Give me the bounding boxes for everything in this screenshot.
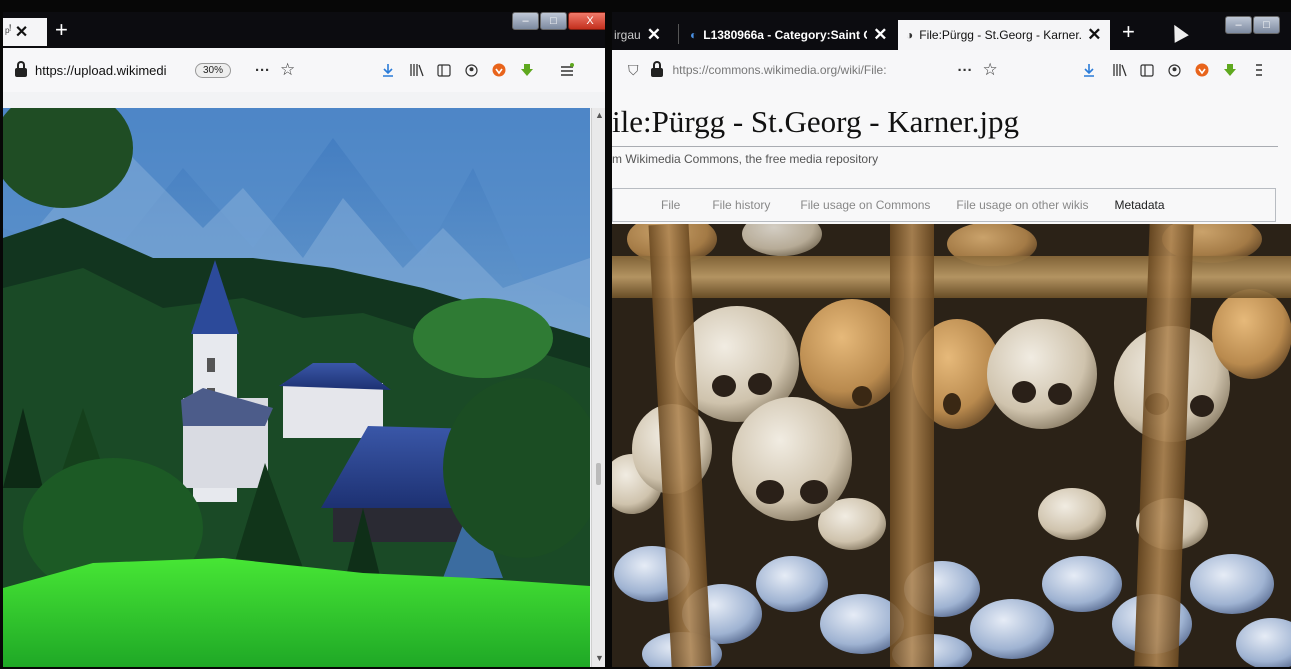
page-subtitle: m Wikimedia Commons, the free media repo… <box>612 152 879 166</box>
wikimedia-icon: ◑ <box>906 28 914 42</box>
account-icon[interactable] <box>1168 63 1181 77</box>
download-icon[interactable] <box>1082 63 1096 77</box>
page-actions-button[interactable]: ··· <box>255 62 270 79</box>
cursor-icon <box>1167 21 1189 43</box>
download-helper-icon[interactable] <box>520 63 534 77</box>
star-icon[interactable]: ☆ <box>983 60 998 80</box>
left-tab-title: ᵖꜝ <box>5 25 12 39</box>
shield-icon[interactable]: ⛉ <box>628 62 639 79</box>
maximize-button[interactable]: □ <box>1253 16 1280 34</box>
minimize-button[interactable]: – <box>512 12 539 30</box>
menu-icon[interactable] <box>560 63 575 77</box>
scroll-down-icon[interactable]: ▼ <box>595 653 604 663</box>
lock-icon <box>15 61 27 77</box>
scroll-up-icon[interactable]: ▲ <box>595 110 604 120</box>
tab-metadata[interactable]: Metadata <box>1115 198 1165 212</box>
left-browser-window: ᵖꜝ ✕ + – □ X https://upload.wikimedi 30%… <box>3 12 605 667</box>
plus-icon[interactable]: + <box>1122 21 1135 43</box>
download-icon[interactable] <box>381 63 395 77</box>
account-icon[interactable] <box>465 63 478 77</box>
close-icon[interactable]: ✕ <box>647 25 661 45</box>
page-title: ile:Pürgg - St.Georg - Karner.jpg <box>612 104 1019 139</box>
left-tab-strip: ᵖꜝ ✕ + – □ X <box>3 12 605 48</box>
close-icon[interactable]: ✕ <box>1087 25 1101 45</box>
desktop-screen: ᵖꜝ ✕ + – □ X https://upload.wikimedi 30%… <box>0 0 1291 669</box>
ossuary-skulls-photo <box>612 224 1291 667</box>
title-divider <box>612 146 1278 147</box>
right-nav-bar: ⛉ https://commons.wikimedia.org/wiki/Fil… <box>612 50 1291 90</box>
right-browser-window: irgau ✕ ◐ L1380966a - Category:Saint Ge … <box>612 12 1291 667</box>
lock-icon <box>650 61 663 77</box>
commons-file-page: ile:Pürgg - St.Georg - Karner.jpg m Wiki… <box>612 90 1291 667</box>
tab-file-history[interactable]: File history <box>712 198 770 212</box>
right-tab-strip: irgau ✕ ◐ L1380966a - Category:Saint Ge … <box>612 12 1291 50</box>
left-nav-bar: https://upload.wikimedi 30% ··· ☆ <box>3 48 605 92</box>
tab-title: irgau <box>614 28 641 42</box>
scroll-thumb[interactable] <box>596 463 601 485</box>
library-icon[interactable] <box>409 63 425 77</box>
tab-file-usage-other-wikis[interactable]: File usage on other wikis <box>956 198 1088 212</box>
page-actions-button[interactable]: ··· <box>958 62 973 79</box>
tab-separator <box>678 24 679 44</box>
plus-icon[interactable]: + <box>55 19 68 41</box>
zoom-indicator[interactable]: 30% <box>195 62 232 78</box>
tab-title: File:Pürgg - St.Georg - Karner.jp <box>919 28 1082 42</box>
right-window-controls: – □ <box>1224 16 1280 36</box>
ossuary-image[interactable] <box>612 224 1291 667</box>
left-window-controls: – □ X <box>511 12 605 32</box>
close-window-button[interactable]: X <box>568 12 605 30</box>
file-page-tabs: File File history File usage on Commons … <box>612 188 1276 222</box>
maximize-button[interactable]: □ <box>540 12 567 30</box>
star-icon[interactable]: ☆ <box>280 60 295 80</box>
alpine-church-photo <box>3 108 590 667</box>
close-icon[interactable]: ✕ <box>873 25 887 45</box>
left-image-viewer <box>3 108 590 667</box>
overflow-icon[interactable] <box>1255 63 1263 77</box>
sidebar-icon[interactable] <box>1140 63 1154 77</box>
wikimedia-icon: ◐ <box>690 28 698 42</box>
download-helper-icon[interactable] <box>1223 63 1237 77</box>
tab-title: L1380966a - Category:Saint Ge <box>703 28 868 42</box>
left-active-tab[interactable]: ᵖꜝ ✕ <box>3 18 47 46</box>
left-url-field[interactable]: https://upload.wikimedi <box>35 63 175 78</box>
tab-file-usage-commons[interactable]: File usage on Commons <box>800 198 930 212</box>
tab-file-purgg[interactable]: ◑ File:Pürgg - St.Georg - Karner.jp ✕ <box>898 20 1110 50</box>
sidebar-icon[interactable] <box>437 63 451 77</box>
close-icon[interactable]: ✕ <box>15 22 28 42</box>
left-scrollbar[interactable]: ▲ ▼ <box>591 108 605 667</box>
extension-icon[interactable] <box>1195 63 1209 77</box>
right-url-field[interactable]: https://commons.wikimedia.org/wiki/File: <box>673 63 928 77</box>
tab-file[interactable]: File <box>661 198 680 212</box>
extension-icon[interactable] <box>492 63 506 77</box>
library-icon[interactable] <box>1112 63 1128 77</box>
tab-category[interactable]: ◐ L1380966a - Category:Saint Ge ✕ <box>690 20 888 50</box>
tab-truncated[interactable]: irgau ✕ <box>614 20 661 50</box>
minimize-button[interactable]: – <box>1225 16 1252 34</box>
